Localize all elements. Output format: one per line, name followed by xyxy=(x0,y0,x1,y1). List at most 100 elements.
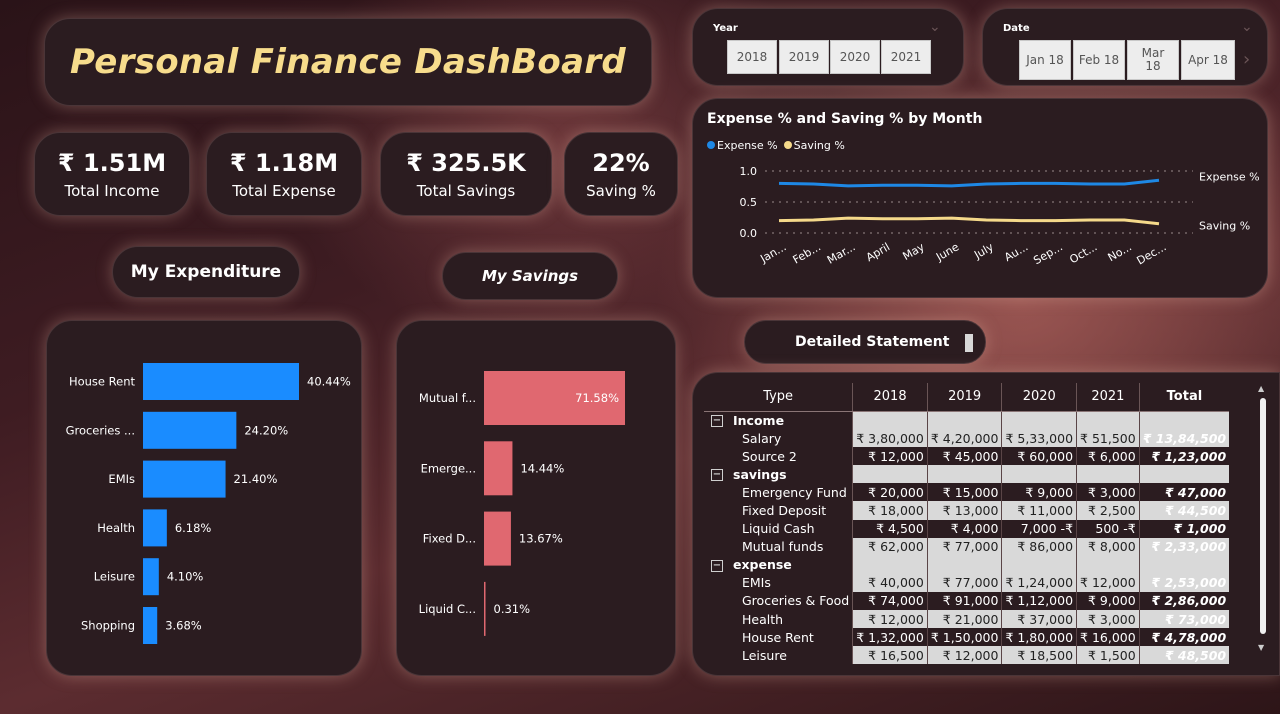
date-option-mar18[interactable]: Mar 18 xyxy=(1127,40,1179,80)
table-scrollbar[interactable]: ▲ ▼ xyxy=(1258,384,1268,652)
value-cell: ₹ 3,000 xyxy=(1076,483,1140,502)
value-cell: ₹ 9,000 xyxy=(1001,483,1078,502)
group-label: Income xyxy=(733,412,785,428)
dashboard-title: Personal Finance DashBoard xyxy=(69,42,627,82)
col-2021[interactable]: 2021 xyxy=(1076,383,1140,412)
table-row: Fixed Deposit ₹ 18,000 ₹ 13,000 ₹ 11,000 ₹ 2… xyxy=(704,501,1230,520)
collapse-icon[interactable]: − xyxy=(711,469,723,482)
expenditure-bar[interactable] xyxy=(143,558,159,596)
date-option-feb18[interactable]: Feb 18 xyxy=(1073,40,1125,80)
total-cell: ₹ 48,500 xyxy=(1139,646,1230,665)
value-cell: ₹ 5,33,000 xyxy=(1001,429,1078,448)
collapse-icon[interactable]: − xyxy=(711,559,723,572)
savings-bar[interactable] xyxy=(484,581,486,636)
value-cell: ₹ 1,12,000 xyxy=(1001,591,1078,611)
year-slicer: Year ⌄ 2018 2019 2020 2021 xyxy=(692,8,964,86)
kpi-value: ₹ 325.5K xyxy=(406,149,526,177)
year-option-2019[interactable]: 2019 xyxy=(779,40,829,74)
expenditure-category-label: Shopping xyxy=(81,619,135,633)
col-2018[interactable]: 2018 xyxy=(852,383,928,412)
scroll-down-icon[interactable]: ▼ xyxy=(1258,643,1264,652)
table-row: Leisure ₹ 16,500 ₹ 12,000 ₹ 18,500 ₹ 1,500 ₹ … xyxy=(704,646,1230,665)
col-type[interactable]: Type xyxy=(704,383,854,412)
chevron-down-icon[interactable]: ⌄ xyxy=(1241,19,1253,35)
empty-cell xyxy=(1139,411,1230,430)
expenditure-value-label: 3.68% xyxy=(165,619,202,633)
kpi-label: Total Expense xyxy=(232,182,336,200)
value-cell: ₹ 6,000 xyxy=(1076,447,1140,466)
total-cell: ₹ 2,53,000 xyxy=(1139,573,1230,592)
kpi-total-income: ₹ 1.51M Total Income xyxy=(34,132,190,216)
x-tick-label: Dec... xyxy=(1134,240,1168,267)
savings-value-label: 0.31% xyxy=(494,602,531,616)
row-label: Emergency Fund xyxy=(704,483,854,502)
date-option-jan18[interactable]: Jan 18 xyxy=(1019,40,1071,80)
x-tick-label: June xyxy=(933,240,961,264)
x-tick-label: May xyxy=(900,240,927,263)
y-tick-label: 0.5 xyxy=(740,196,758,209)
table-row: Salary ₹ 3,80,000 ₹ 4,20,000 ₹ 5,33,000 ₹ 51… xyxy=(704,429,1230,448)
value-cell: ₹ 13,000 xyxy=(927,501,1003,520)
y-tick-label: 0.0 xyxy=(740,227,758,240)
saving-line[interactable] xyxy=(778,216,1160,226)
savings-value-label: 14.44% xyxy=(520,461,564,475)
col-2020[interactable]: 2020 xyxy=(1001,383,1078,412)
value-cell: ₹ 1,80,000 xyxy=(1001,628,1078,647)
expenditure-bar[interactable] xyxy=(143,509,167,547)
value-cell: ₹ 45,000 xyxy=(927,447,1003,466)
kpi-label: Total Income xyxy=(64,182,160,200)
savings-bar[interactable] xyxy=(484,441,513,496)
expenditure-value-label: 21.40% xyxy=(234,472,278,486)
col-total[interactable]: Total xyxy=(1139,383,1230,412)
value-cell: ₹ 3,000 xyxy=(1076,610,1140,629)
year-option-2018[interactable]: 2018 xyxy=(727,40,777,74)
empty-cell xyxy=(1139,555,1230,574)
savings-bar[interactable] xyxy=(484,511,511,566)
expense-line[interactable] xyxy=(778,178,1160,188)
expenditure-bar[interactable] xyxy=(143,607,158,644)
savings-value-label: 71.58% xyxy=(575,391,619,405)
value-cell: ₹ 4,000 xyxy=(927,519,1003,538)
detailed-statement-header: Detailed Statement xyxy=(744,320,986,364)
chevron-down-icon[interactable]: ⌄ xyxy=(929,19,941,35)
group-label-cell: − savings xyxy=(704,465,854,484)
value-cell: ₹ 1,32,000 xyxy=(852,628,928,647)
value-cell: ₹ 2,500 xyxy=(1076,501,1140,520)
date-option-apr18[interactable]: Apr 18 xyxy=(1181,40,1235,80)
expenditure-bar[interactable] xyxy=(143,460,226,498)
row-label: Leisure xyxy=(704,646,854,665)
x-tick-label: Feb... xyxy=(791,240,823,266)
row-label: Groceries & Food xyxy=(704,591,854,611)
value-cell: ₹ 9,000 xyxy=(1076,591,1140,611)
row-label: Liquid Cash xyxy=(704,519,854,538)
chevron-right-icon[interactable]: › xyxy=(1243,49,1250,70)
table-row: Liquid Cash ₹ 4,500 ₹ 4,000 7,000 -₹ 500 -₹ ₹… xyxy=(704,519,1229,538)
scroll-up-icon[interactable]: ▲ xyxy=(1258,384,1264,393)
total-cell: ₹ 47,000 xyxy=(1164,484,1227,500)
expenditure-category-label: Health xyxy=(97,521,135,535)
title-card: Personal Finance DashBoard xyxy=(44,18,652,106)
table-header-row: Type 2018 2019 2020 2021 Total xyxy=(704,383,1230,412)
group-label-cell: − expense xyxy=(704,555,854,574)
empty-cell xyxy=(1076,555,1140,574)
value-cell: ₹ 3,80,000 xyxy=(852,429,928,448)
total-cell: ₹ 73,000 xyxy=(1139,610,1230,629)
value-cell: 7,000 -₹ xyxy=(1001,519,1078,538)
my-expenditure-header: My Expenditure xyxy=(112,246,300,298)
value-cell: ₹ 62,000 xyxy=(852,537,928,556)
value-cell: ₹ 8,000 xyxy=(1076,537,1140,556)
kpi-value: 22% xyxy=(592,149,650,177)
year-option-2021[interactable]: 2021 xyxy=(881,40,931,74)
toggle-icon[interactable] xyxy=(965,334,973,352)
total-cell: ₹ 1,000 xyxy=(1173,521,1227,537)
collapse-icon[interactable]: − xyxy=(711,415,723,428)
value-cell: ₹ 18,000 xyxy=(852,501,928,520)
value-cell: ₹ 74,000 xyxy=(852,591,928,611)
expenditure-bar[interactable] xyxy=(143,363,299,400)
expenditure-category-label: Leisure xyxy=(94,570,135,584)
col-2019[interactable]: 2019 xyxy=(927,383,1003,412)
scroll-thumb[interactable] xyxy=(1260,398,1266,634)
year-option-2020[interactable]: 2020 xyxy=(830,40,880,74)
row-label: Salary xyxy=(704,429,854,448)
expenditure-bar[interactable] xyxy=(143,411,237,449)
